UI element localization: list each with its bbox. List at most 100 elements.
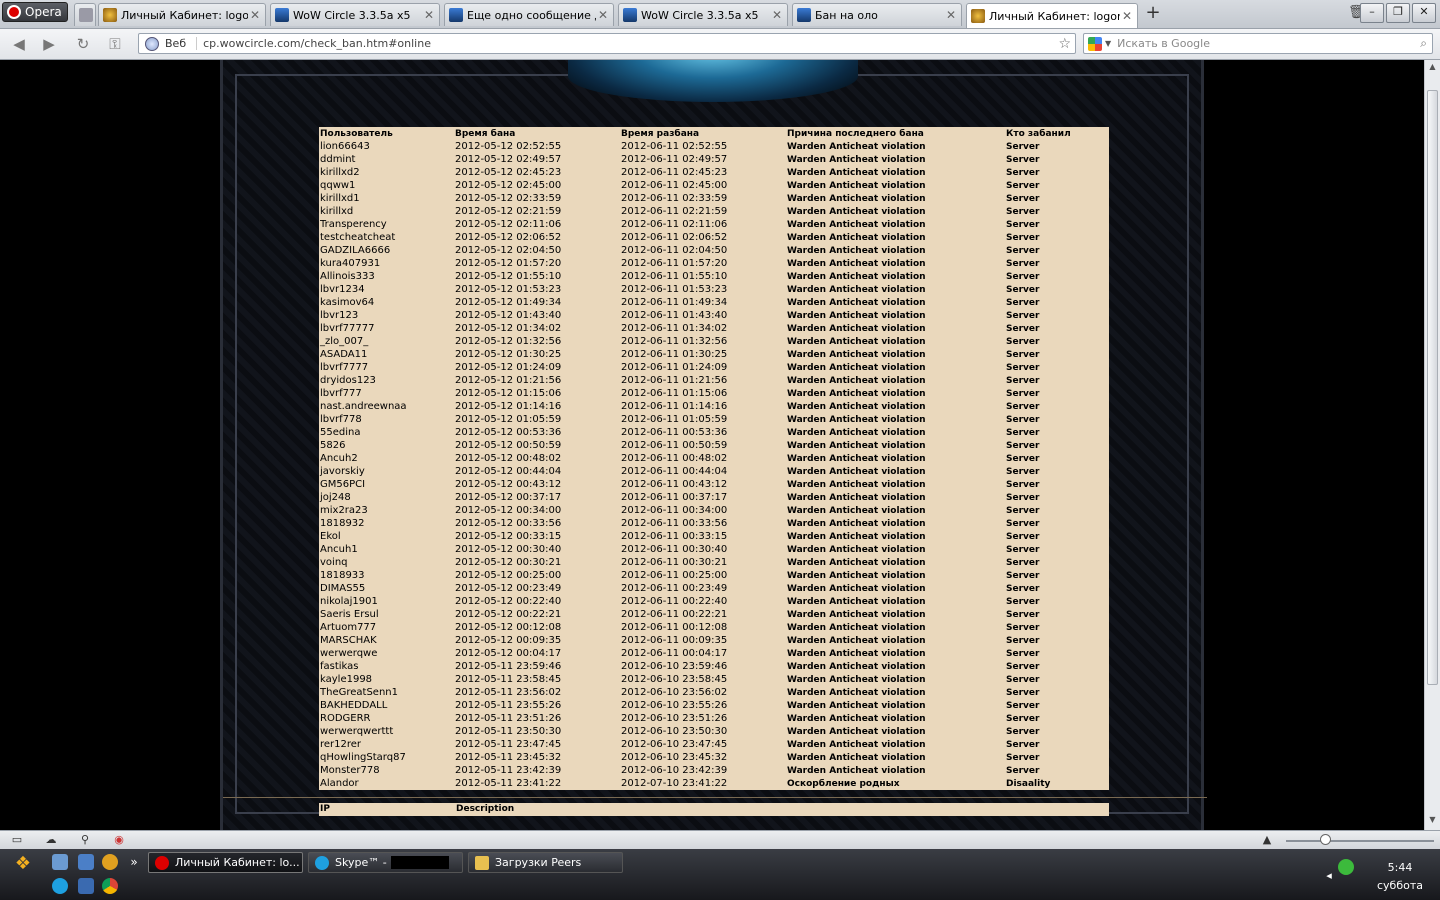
reason-cell: Warden Anticheat violation	[787, 388, 926, 399]
close-tab-icon[interactable]: ✕	[770, 8, 784, 22]
close-window-button[interactable]: ✕	[1412, 3, 1436, 23]
tab-active[interactable]: Личный Кабинет: logon... ✕	[966, 3, 1138, 28]
scrollbar-thumb[interactable]	[1427, 90, 1438, 685]
zoom-slider[interactable]	[1286, 840, 1434, 842]
reload-icon[interactable]: ↻	[72, 34, 94, 54]
banned-by-cell: Server	[1006, 479, 1040, 490]
banned-by-cell: Server	[1006, 531, 1040, 542]
restore-button[interactable]: ❐	[1386, 3, 1410, 23]
tab[interactable]: Еще одно сообщение д...✕	[444, 3, 614, 26]
tray-expand-icon[interactable]: ◂	[1322, 869, 1336, 882]
zoom-arrow-icon[interactable]: ▲	[1260, 833, 1274, 846]
key-icon[interactable]: ⚿	[104, 34, 126, 54]
clock-day: суббота	[1376, 879, 1423, 892]
quicklaunch-app-icon[interactable]	[78, 854, 94, 870]
clock[interactable]: 5:44 суббота	[1370, 859, 1430, 895]
quicklaunch-chrome-icon[interactable]	[102, 878, 118, 894]
bookmark-star-icon[interactable]: ☆	[1058, 36, 1071, 52]
banned-by-cell: Server	[1006, 544, 1040, 555]
reason-cell: Оскорбление родных	[787, 778, 900, 789]
user-cell: 1818933	[320, 570, 365, 581]
tray-status-icon[interactable]	[1338, 859, 1354, 875]
opera-menu-label: Opera	[25, 5, 62, 19]
user-cell: voinq	[320, 557, 348, 568]
reason-cell: Warden Anticheat violation	[787, 193, 926, 204]
address-field[interactable]: Веб cp.wowcircle.com/check_ban.htm#onlin…	[138, 33, 1076, 54]
url-text[interactable]: cp.wowcircle.com/check_ban.htm#online	[203, 37, 1058, 50]
unban-time-cell: 2012-06-11 01:55:10	[621, 271, 728, 282]
ban-time-cell: 2012-05-12 00:48:02	[455, 453, 562, 464]
tab[interactable]: WoW Circle 3.3.5a x5 ✕	[618, 3, 788, 26]
close-tab-icon[interactable]: ✕	[248, 8, 262, 22]
search-placeholder[interactable]: Искать в Google	[1117, 37, 1420, 50]
start-button[interactable]: ❖	[10, 853, 36, 875]
unban-time-cell: 2012-06-11 00:25:00	[621, 570, 728, 581]
ban-time-cell: 2012-05-11 23:45:32	[455, 752, 562, 763]
forward-arrow-icon[interactable]: ▶	[38, 34, 60, 54]
search-icon[interactable]: ⌕	[1420, 36, 1427, 51]
table-row: rer12rer 2012-05-11 23:47:45 2012-06-10 23…	[319, 738, 1109, 751]
taskbar-button-opera[interactable]: Личный Кабинет: lo...	[148, 852, 303, 873]
back-arrow-icon[interactable]: ◀	[8, 34, 30, 54]
table-row: GM56PCI 2012-05-12 00:43:12 2012-06-11 00:…	[319, 478, 1109, 491]
ban-time-cell: 2012-05-11 23:56:02	[455, 687, 562, 698]
close-tab-icon[interactable]: ✕	[596, 8, 610, 22]
tab[interactable]: Личный Кабинет: logon...✕	[98, 3, 266, 26]
show-desktop-icon[interactable]	[52, 854, 68, 870]
divider	[223, 797, 1207, 798]
tab[interactable]: Бан на оло ✕	[792, 3, 962, 26]
taskbar-button-label: Skype™ -	[335, 856, 387, 869]
new-tab-button[interactable]: +	[1143, 4, 1163, 24]
table-row: Monster778 2012-05-11 23:42:39 2012-06-10 …	[319, 764, 1109, 777]
quicklaunch-more-icon[interactable]: »	[126, 855, 142, 871]
panel-toggle-icon[interactable]: ▭	[10, 833, 24, 846]
taskbar-button-folder[interactable]: Загрузки Peers	[468, 852, 623, 873]
vertical-scrollbar[interactable]: ▲ ▼	[1424, 60, 1440, 830]
close-tab-icon[interactable]: ✕	[422, 8, 436, 22]
quicklaunch-aim-icon[interactable]	[102, 854, 118, 870]
ban-time-cell: 2012-05-11 23:55:26	[455, 700, 562, 711]
scroll-up-icon[interactable]: ▲	[1427, 62, 1438, 73]
table-row: Ancuh1 2012-05-12 00:30:40 2012-06-11 00:3…	[319, 543, 1109, 556]
ban-time-cell: 2012-05-12 02:52:55	[455, 141, 562, 152]
ban-time-cell: 2012-05-12 00:12:08	[455, 622, 562, 633]
opera-browser-window: Opera Личный Кабинет: logon...✕WoW Circl…	[0, 0, 1440, 830]
quicklaunch-skype-icon[interactable]	[52, 878, 68, 894]
close-tab-icon[interactable]: ✕	[1120, 9, 1134, 23]
unban-time-cell: 2012-06-11 00:30:40	[621, 544, 728, 555]
opera-menu-button[interactable]: Opera	[2, 2, 68, 22]
zoom-slider-knob[interactable]	[1320, 834, 1331, 845]
table-row: 5826 2012-05-12 00:50:59 2012-06-11 00:50:…	[319, 439, 1109, 452]
user-cell: javorskiy	[320, 466, 365, 477]
ban-time-cell: 2012-05-12 02:06:52	[455, 232, 562, 243]
ban-time-cell: 2012-05-12 00:50:59	[455, 440, 562, 451]
quicklaunch-monitor-icon[interactable]	[78, 878, 94, 894]
user-cell: kirillxd	[320, 206, 354, 217]
table-row: Ekol 2012-05-12 00:33:15 2012-06-11 00:33:…	[319, 530, 1109, 543]
user-cell: MARSCHAK	[320, 635, 377, 646]
cloud-icon[interactable]: ☁	[44, 833, 58, 846]
table-row: MARSCHAK 2012-05-12 00:09:35 2012-06-11 00…	[319, 634, 1109, 647]
opera-icon	[155, 855, 169, 870]
search-field[interactable]: ▼ Искать в Google ⌕	[1083, 33, 1433, 54]
tab[interactable]: WoW Circle 3.3.5a x5 ✕	[270, 3, 440, 26]
tab[interactable]	[74, 3, 96, 26]
minimize-button[interactable]: –	[1360, 3, 1384, 23]
unban-time-cell: 2012-06-11 00:44:04	[621, 466, 728, 477]
close-tab-icon[interactable]: ✕	[944, 8, 958, 22]
scroll-down-icon[interactable]: ▼	[1427, 815, 1438, 826]
tab-bar: Opera Личный Кабинет: logon...✕WoW Circl…	[0, 0, 1440, 29]
share-icon[interactable]: ⚲	[78, 833, 92, 846]
user-cell: BAKHEDDALL	[320, 700, 388, 711]
turbo-icon[interactable]: ◉	[112, 833, 126, 846]
google-icon[interactable]	[1088, 36, 1102, 51]
tab-title: Личный Кабинет: logon...	[121, 8, 248, 22]
ban-table: Пользователь Время бана Время разбана Причи…	[319, 127, 1109, 790]
chevron-down-icon[interactable]: ▼	[1105, 39, 1111, 48]
taskbar-button-skype[interactable]: Skype™ -	[308, 852, 463, 873]
banned-by-cell: Server	[1006, 427, 1040, 438]
reason-cell: Warden Anticheat violation	[787, 726, 926, 737]
ban-time-cell: 2012-05-12 00:37:17	[455, 492, 562, 503]
ban-time-cell: 2012-05-12 01:21:56	[455, 375, 562, 386]
reason-cell: Warden Anticheat violation	[787, 271, 926, 282]
